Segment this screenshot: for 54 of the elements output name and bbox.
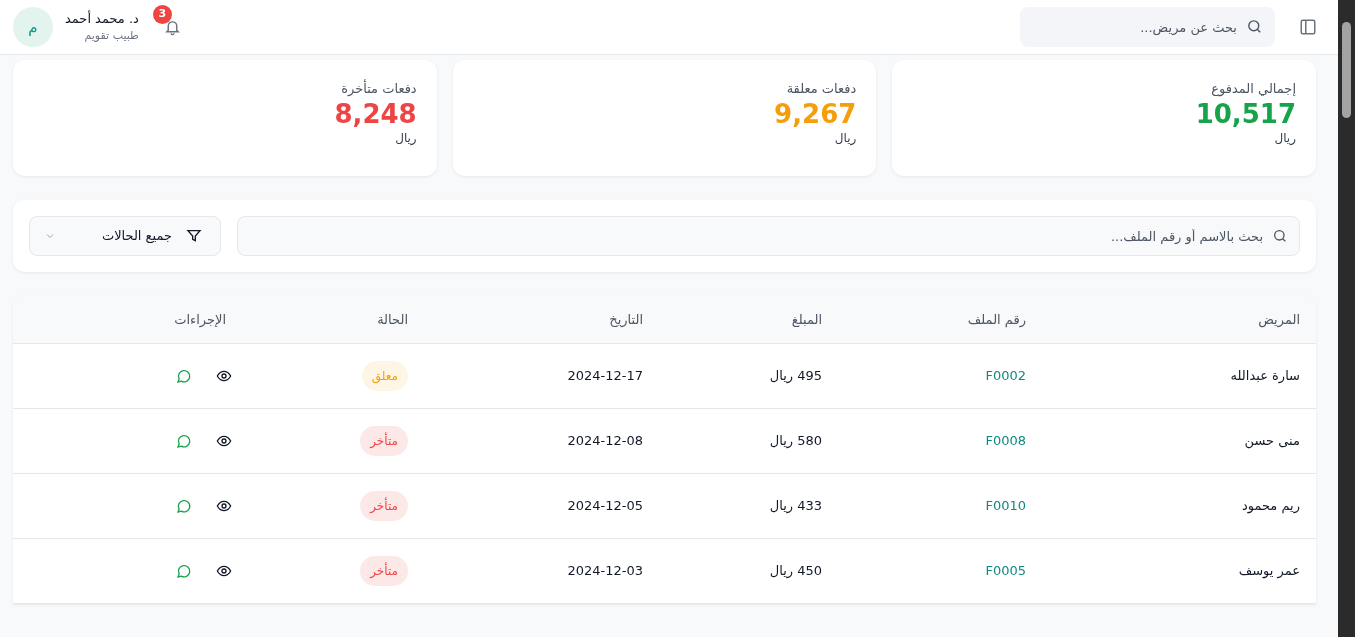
search-icon [1246,18,1263,35]
table-cell-text: سارة عبدالله [1230,367,1300,386]
search-icon [1272,228,1288,244]
table-cell-text: 2024-12-03 [567,562,643,581]
table-cell-text: F0008 [985,432,1026,451]
column-header: الحالة [377,310,408,329]
stat-label: دفعات متأخرة [341,80,417,98]
status-filter-dropdown[interactable]: جميع الحالات [29,216,221,256]
stat-value: 8,248 [334,98,417,130]
stat-label: دفعات معلقة [786,80,857,98]
scrollbar[interactable] [1338,0,1355,637]
chat-bubble-icon[interactable] [176,433,192,449]
column-header: المريض [1258,310,1300,330]
stat-unit: ريال [395,130,417,146]
table-cell-text: ريم محمود [1241,497,1300,516]
column-header: رقم الملف [967,310,1026,330]
chat-bubble-icon[interactable] [176,498,192,514]
status-badge: معلق [361,361,408,391]
stat-unit: ريال [834,130,857,146]
table-cell-text: F0010 [985,497,1026,516]
stat-unit: ريال [1274,130,1296,146]
status-badge: متأخر [360,556,408,586]
user-name: د. محمد أحمد [65,10,139,28]
table-cell-text: 2024-12-05 [567,497,643,516]
stat-value: 9,267 [774,98,857,130]
column-header: الإجراءات [174,310,226,330]
search-field[interactable]: بحث عن مريض... [1020,7,1275,47]
table-cell-text: 2024-12-17 [567,367,643,386]
view-icon[interactable] [216,368,232,384]
notification-count: 3 [152,5,172,24]
filter-icon [186,228,202,244]
table-cell-text: F0002 [985,367,1026,386]
view-icon[interactable] [216,498,232,514]
view-icon[interactable] [216,433,232,449]
table-cell-text: عمر يوسف [1238,562,1300,581]
stat-label: إجمالي المدفوع [1211,80,1296,98]
table-cell-text: منى حسن [1244,432,1300,451]
chat-bubble-icon[interactable] [176,563,192,579]
status-badge: متأخر [360,426,408,456]
chat-bubble-icon[interactable] [176,368,192,384]
table-cell-text: 2024-12-08 [567,432,643,451]
column-header: التاريخ [609,310,643,329]
status-badge: متأخر [360,491,408,521]
user-avatar: م [13,7,53,47]
table-cell-text: 450 ريال [769,562,822,581]
dropdown-value: جميع الحالات [100,227,172,246]
view-icon[interactable] [216,563,232,579]
table-cell-text: 580 ريال [769,432,822,451]
table-cell-text: F0005 [985,562,1026,581]
user-role: طبيب تقويم [83,28,139,44]
stat-value: 10,517 [1195,98,1296,130]
column-header: المبلغ [791,310,822,329]
table-cell-text: 495 ريال [769,367,822,386]
table-cell-text: 433 ريال [769,497,822,516]
